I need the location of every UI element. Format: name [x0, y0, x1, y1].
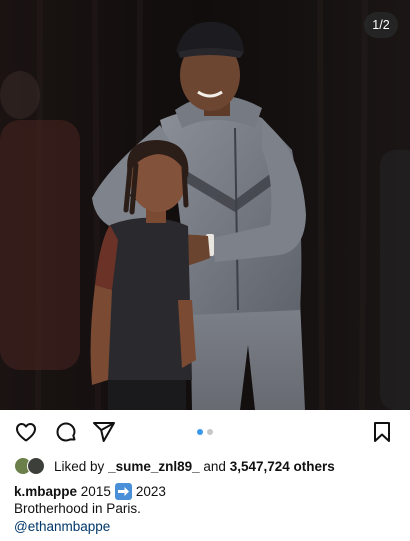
carousel-dot-active: [197, 429, 203, 435]
share-icon[interactable]: [92, 420, 116, 444]
likes-summary: Liked by _sume_znl89_ and 3,547,724 othe…: [14, 456, 335, 476]
comment-icon[interactable]: [54, 420, 78, 444]
caption-mention-link[interactable]: @ethanmbappe: [14, 518, 110, 535]
post-photo[interactable]: 1/2: [0, 0, 410, 410]
likes-and: and: [203, 458, 226, 474]
right-arrow-emoji-icon: [114, 483, 132, 500]
liker-avatars[interactable]: [14, 457, 48, 475]
caption-line-2: Brotherhood in Paris.: [14, 501, 141, 516]
caption-year-to: 2023: [135, 484, 166, 499]
instagram-post: 1/2 Liked by _sume_znl89_ and 3,547,724 …: [0, 0, 410, 541]
carousel-indicator: [197, 429, 213, 435]
liker-username[interactable]: _sume_znl89_: [108, 459, 200, 474]
bookmark-icon[interactable]: [370, 420, 394, 444]
caption-year-from: 2015: [80, 484, 111, 499]
likes-count[interactable]: 3,547,724 others: [230, 459, 335, 474]
photo-illustration: [0, 0, 410, 410]
caption-line-1: k.mbappe 2015 2023: [14, 483, 166, 500]
author-username[interactable]: k.mbappe: [14, 483, 77, 500]
post-action-bar: [0, 410, 410, 454]
likes-prefix: Liked by: [54, 458, 105, 474]
heart-icon[interactable]: [14, 420, 38, 444]
carousel-page-counter: 1/2: [364, 12, 398, 38]
carousel-dot: [207, 429, 213, 435]
avatar: [27, 457, 45, 475]
